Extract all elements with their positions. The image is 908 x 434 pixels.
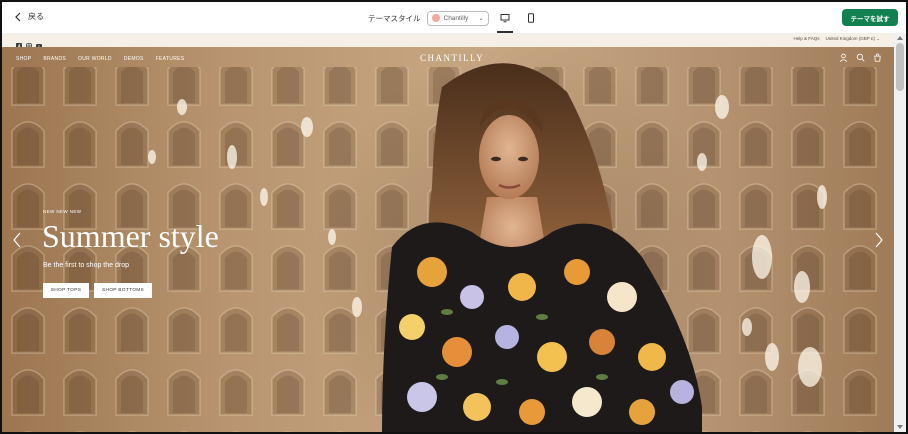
instagram-icon[interactable] bbox=[26, 36, 32, 49]
back-label: 戻る bbox=[28, 12, 44, 21]
nav-item-demos[interactable]: DEMOS bbox=[124, 56, 144, 62]
hero-subheadline: Be the first to shop the drop bbox=[43, 262, 129, 269]
main-nav: SHOP BRANDS OUR WORLD DEMOS FEATURES bbox=[16, 56, 184, 62]
theme-style-select[interactable]: Chantilly ⌄ bbox=[426, 10, 489, 26]
mobile-icon bbox=[527, 13, 534, 23]
social-links bbox=[16, 36, 42, 49]
facebook-icon[interactable] bbox=[16, 36, 22, 49]
chevron-down-icon: ⌄ bbox=[876, 36, 880, 41]
desktop-icon bbox=[500, 14, 509, 23]
editor-topbar: 戻る テーマスタイル Chantilly ⌄ テーマを試す bbox=[2, 2, 906, 34]
header-icons bbox=[839, 53, 882, 62]
theme-style-value: Chantilly bbox=[443, 14, 469, 22]
youtube-icon[interactable] bbox=[36, 36, 42, 48]
desktop-view-button[interactable] bbox=[495, 8, 515, 33]
nav-item-brands[interactable]: BRANDS bbox=[43, 56, 66, 62]
account-icon[interactable] bbox=[839, 53, 848, 62]
store-logo[interactable]: CHANTILLY bbox=[420, 53, 484, 63]
nav-item-shop[interactable]: SHOP bbox=[16, 56, 31, 62]
preview-scrollbar[interactable] bbox=[894, 33, 906, 432]
mobile-view-button[interactable] bbox=[521, 8, 541, 28]
scroll-thumb[interactable] bbox=[896, 43, 904, 91]
region-selector[interactable]: United Kingdom (GBP £) ⌄ bbox=[826, 36, 881, 42]
cart-icon[interactable] bbox=[873, 53, 882, 62]
chevron-down-icon: ⌄ bbox=[478, 15, 484, 22]
search-icon[interactable] bbox=[856, 53, 865, 62]
announcement-bar: Help & FAQs United Kingdom (GBP £) ⌄ bbox=[2, 33, 894, 49]
theme-preview: Help & FAQs United Kingdom (GBP £) ⌄ SHO… bbox=[2, 33, 894, 432]
scroll-up-icon[interactable] bbox=[897, 36, 903, 40]
app-window: 戻る テーマスタイル Chantilly ⌄ テーマを試す Help & FAQ… bbox=[0, 0, 908, 434]
scroll-down-icon[interactable] bbox=[897, 425, 903, 429]
hero-banner: SHOP BRANDS OUR WORLD DEMOS FEATURES CHA… bbox=[2, 47, 894, 432]
chevron-right-icon[interactable] bbox=[874, 232, 884, 248]
try-theme-button[interactable]: テーマを試す bbox=[842, 9, 898, 26]
chevron-left-icon[interactable] bbox=[12, 232, 22, 248]
help-faqs-link[interactable]: Help & FAQs bbox=[793, 36, 819, 42]
hero-headline: Summer style bbox=[42, 218, 219, 254]
nav-item-features[interactable]: FEATURES bbox=[156, 56, 185, 62]
chevron-left-icon bbox=[15, 12, 21, 21]
shop-tops-button[interactable]: SHOP TOPS bbox=[43, 283, 89, 298]
theme-style-controls: テーマスタイル Chantilly ⌄ bbox=[368, 8, 541, 33]
announcement-links: Help & FAQs United Kingdom (GBP £) ⌄ bbox=[793, 36, 880, 42]
theme-style-swatch bbox=[431, 14, 440, 22]
region-label: United Kingdom (GBP £) bbox=[825, 36, 875, 41]
nav-item-our-world[interactable]: OUR WORLD bbox=[78, 56, 112, 62]
back-button[interactable]: 戻る bbox=[14, 11, 44, 22]
hero-kicker: NEW NEW NEW bbox=[43, 209, 82, 214]
shop-bottoms-button[interactable]: SHOP BOTTOMS bbox=[94, 283, 152, 298]
theme-style-label: テーマスタイル bbox=[368, 13, 421, 23]
